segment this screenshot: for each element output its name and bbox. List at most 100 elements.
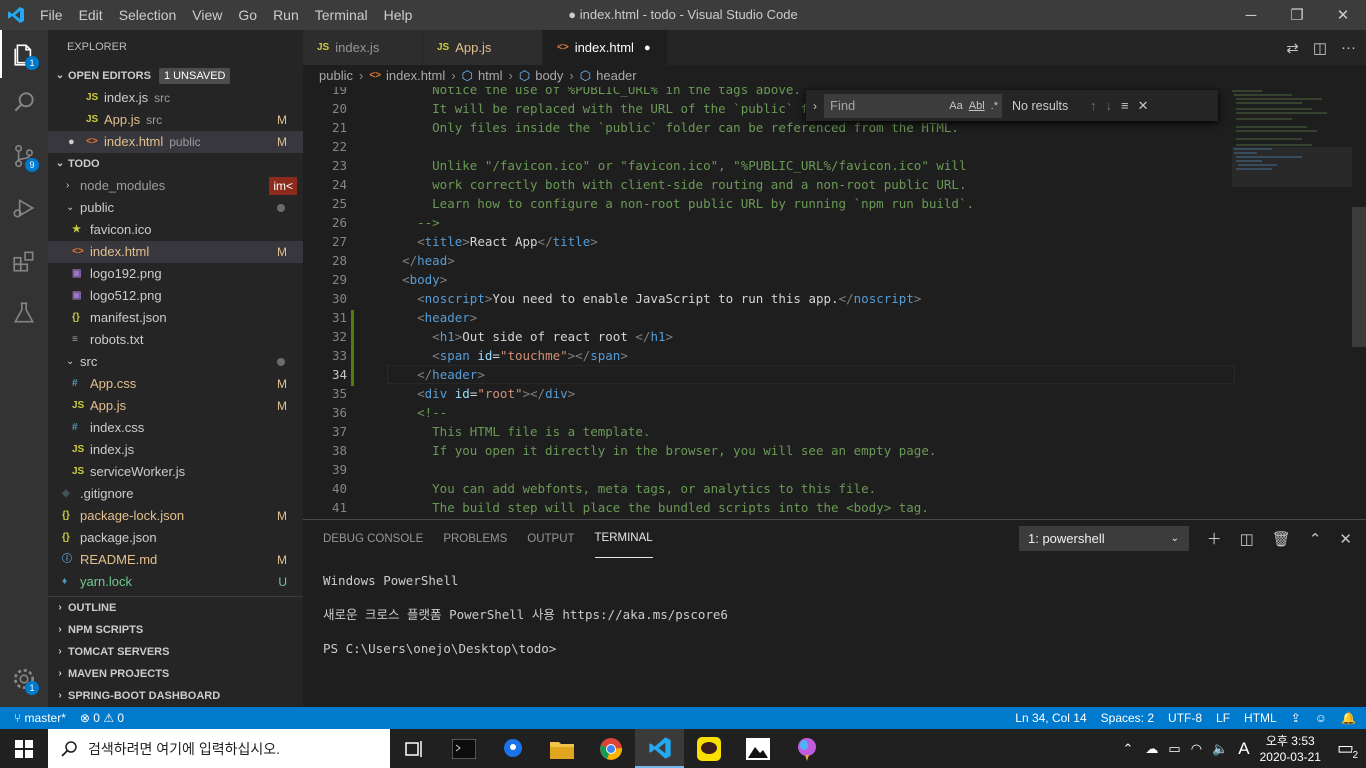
tree-file[interactable]: ◆ .gitignore	[48, 483, 303, 505]
maven-projects-section[interactable]: › MAVEN PROJECTS	[48, 663, 303, 685]
code-line[interactable]: You can add webfonts, meta tags, or anal…	[387, 479, 1237, 498]
outline-section[interactable]: › OUTLINE	[48, 597, 303, 619]
unsaved-dot-icon[interactable]: ●	[644, 42, 651, 54]
language-mode[interactable]: HTML	[1244, 711, 1277, 725]
arrow-up-icon[interactable]: ↑	[1090, 98, 1097, 114]
kakaotalk-icon[interactable]	[684, 729, 733, 768]
split-editor-icon[interactable]: ◫	[1313, 39, 1327, 57]
tab-output[interactable]: OUTPUT	[527, 520, 574, 558]
tree-folder-node-modules[interactable]: › node_modules im<	[48, 175, 303, 197]
find-input[interactable]: Find Aa Abl .*	[824, 93, 1002, 118]
code-line[interactable]: This HTML file is a template.	[387, 422, 1237, 441]
spring-boot-dashboard-section[interactable]: › SPRING-BOOT DASHBOARD	[48, 685, 303, 707]
close-window-button[interactable]: ✕	[1320, 0, 1366, 30]
ime-indicator[interactable]: A	[1238, 739, 1249, 759]
npm-scripts-section[interactable]: › NPM SCRIPTS	[48, 619, 303, 641]
vscode-taskbar-icon[interactable]	[635, 729, 684, 768]
code-line[interactable]: work correctly both with client-side rou…	[387, 175, 1237, 194]
chevron-up-icon[interactable]: ⌃	[1123, 741, 1134, 757]
terminal-select[interactable]: 1: powershell ⌄	[1019, 526, 1189, 551]
code-line[interactable]: <span id="touchme"></span>	[387, 346, 1237, 365]
tree-folder-public[interactable]: ⌄ public	[48, 197, 303, 219]
code-line[interactable]: </head>	[387, 251, 1237, 270]
tab-index-js[interactable]: JS index.js	[303, 30, 423, 65]
compare-changes-icon[interactable]: ⇄	[1286, 39, 1299, 57]
source-control-icon[interactable]: 9	[0, 132, 48, 180]
open-editor-item[interactable]: JS App.js src M	[48, 109, 303, 131]
tab-problems[interactable]: PROBLEMS	[443, 520, 507, 558]
split-terminal-icon[interactable]: ◫	[1240, 530, 1254, 548]
menu-selection[interactable]: Selection	[111, 0, 185, 30]
minimize-button[interactable]: ─	[1228, 0, 1274, 30]
tomcat-servers-section[interactable]: › TOMCAT SERVERS	[48, 641, 303, 663]
code-line[interactable]: </header>	[387, 365, 1235, 384]
code-line[interactable]: <body>	[387, 270, 1237, 289]
photos-app-icon[interactable]	[733, 729, 782, 768]
indentation[interactable]: Spaces: 2	[1101, 711, 1154, 725]
testing-flask-icon[interactable]	[0, 289, 48, 337]
tree-file[interactable]: ≡ robots.txt	[48, 329, 303, 351]
tab-app-js[interactable]: JS App.js	[423, 30, 543, 65]
breadcrumb-item[interactable]: index.html	[386, 66, 445, 86]
unsaved-dot-icon[interactable]: ●	[68, 131, 86, 153]
arrow-down-icon[interactable]: ↓	[1106, 98, 1113, 114]
breadcrumb-item[interactable]: body	[535, 66, 563, 86]
git-branch[interactable]: ⑂ master*	[14, 711, 66, 725]
settings-gear-icon[interactable]: 1	[0, 655, 48, 703]
more-actions-icon[interactable]: ···	[1341, 39, 1356, 56]
explorer-icon[interactable]: 1	[0, 30, 48, 78]
find-in-selection-icon[interactable]: ≡	[1121, 98, 1129, 114]
open-editor-item[interactable]: JS index.js src	[48, 87, 303, 109]
menu-terminal[interactable]: Terminal	[307, 0, 376, 30]
notifications-bell-icon[interactable]: 🔔	[1341, 711, 1356, 725]
new-terminal-plus-icon[interactable]: ＋	[1207, 528, 1222, 549]
menu-view[interactable]: View	[184, 0, 230, 30]
tree-file[interactable]: {} manifest.json	[48, 307, 303, 329]
tree-file[interactable]: # index.css	[48, 417, 303, 439]
open-editors-header[interactable]: ⌄ OPEN EDITORS 1 UNSAVED	[48, 65, 303, 87]
notification-center-icon[interactable]: ▭ 2	[1337, 738, 1358, 761]
wifi-icon[interactable]: ◠	[1191, 741, 1202, 757]
code-line[interactable]	[387, 460, 1237, 479]
restore-button[interactable]: ❐	[1274, 0, 1320, 30]
tab-debug-console[interactable]: DEBUG CONSOLE	[323, 520, 423, 558]
code-line[interactable]	[387, 137, 1237, 156]
tree-file[interactable]: # App.css M	[48, 373, 303, 395]
code-line[interactable]: <noscript>You need to enable JavaScript …	[387, 289, 1237, 308]
minimap[interactable]	[1232, 87, 1352, 187]
code-editor[interactable]: 19 20 21 22 23 24 25 26 27 28 29 30 31 32 33 34 35 36 37 38…	[303, 87, 1366, 519]
tree-folder-src[interactable]: ⌄ src	[48, 351, 303, 373]
code-line[interactable]: Learn how to configure a non-root public…	[387, 194, 1237, 213]
tree-file[interactable]: ♦ yarn.lock U	[48, 571, 303, 593]
code-line[interactable]: <h1>Out side of react root </h1>	[387, 327, 1237, 346]
open-editor-item-active[interactable]: ● <> index.html public M	[48, 131, 303, 153]
code-line[interactable]: The build step will place the bundled sc…	[387, 498, 1237, 517]
tree-file[interactable]: ▣ logo192.png	[48, 263, 303, 285]
code-line[interactable]: -->	[387, 213, 1237, 232]
tree-file[interactable]: ★ favicon.ico	[48, 219, 303, 241]
tree-file[interactable]: {} package-lock.json M	[48, 505, 303, 527]
tab-index-html[interactable]: <> index.html ●	[543, 30, 668, 65]
file-explorer-icon[interactable]	[537, 729, 586, 768]
trash-icon[interactable]: 🗑	[1272, 530, 1291, 548]
terminal-output[interactable]: Windows PowerShell 새로운 크로스 플랫폼 PowerShel…	[303, 558, 1366, 672]
editor-scrollbar[interactable]	[1352, 207, 1366, 347]
code-line[interactable]: <div id="root"></div>	[387, 384, 1237, 403]
terminal-app-icon[interactable]	[439, 729, 488, 768]
menu-edit[interactable]: Edit	[71, 0, 111, 30]
regex-icon[interactable]: .*	[991, 100, 998, 112]
tree-file-selected[interactable]: <> index.html M	[48, 241, 303, 263]
menu-run[interactable]: Run	[265, 0, 307, 30]
code-content[interactable]: Notice the use of %PUBLIC_URL% in the ta…	[387, 87, 1237, 517]
feedback-icon[interactable]: ☺	[1315, 711, 1327, 725]
encoding[interactable]: UTF-8	[1168, 711, 1202, 725]
cursor-position[interactable]: Ln 34, Col 14	[1015, 711, 1086, 725]
close-icon[interactable]: ✕	[1138, 98, 1149, 114]
end-of-line[interactable]: LF	[1216, 711, 1230, 725]
close-panel-icon[interactable]: ✕	[1339, 530, 1352, 548]
tree-file[interactable]: JS serviceWorker.js	[48, 461, 303, 483]
tab-terminal[interactable]: TERMINAL	[594, 520, 653, 558]
code-line[interactable]: <!--	[387, 403, 1237, 422]
problems-indicator[interactable]: ⊗ 0 ⚠ 0	[80, 711, 124, 725]
task-view-icon[interactable]	[390, 729, 439, 768]
